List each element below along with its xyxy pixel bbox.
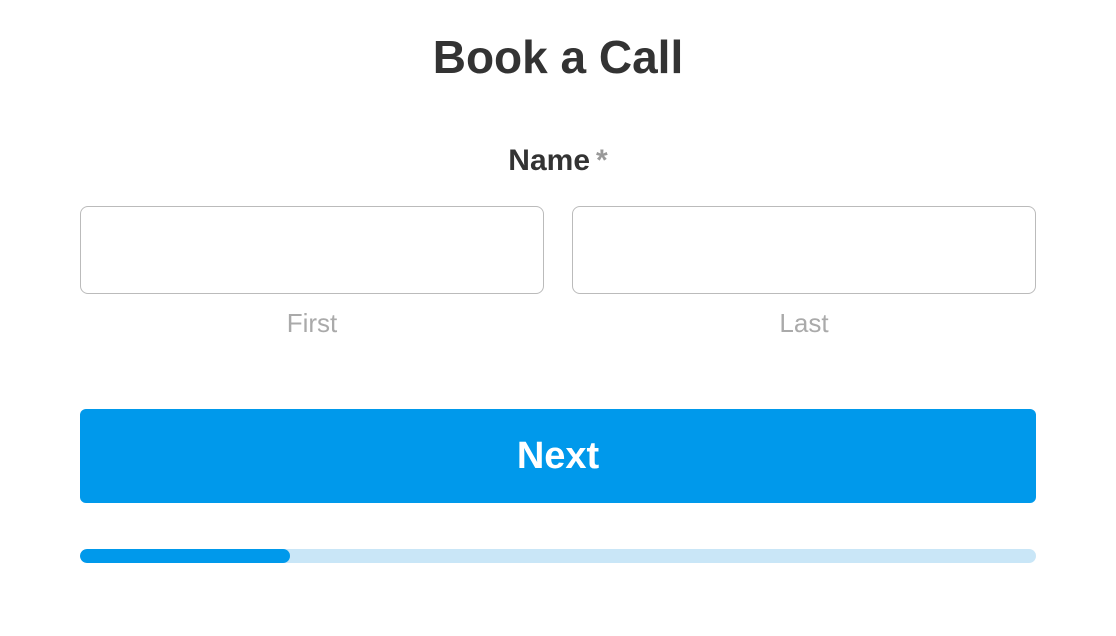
name-label-row: Name * bbox=[508, 144, 607, 178]
progress-bar bbox=[80, 549, 1036, 563]
last-name-column: Last bbox=[572, 206, 1036, 339]
name-input-row: First Last bbox=[80, 206, 1036, 339]
form-container: Book a Call Name * First Last Next bbox=[0, 0, 1116, 563]
next-button[interactable]: Next bbox=[80, 409, 1036, 503]
last-name-sublabel: Last bbox=[779, 308, 828, 339]
last-name-input[interactable] bbox=[572, 206, 1036, 294]
first-name-column: First bbox=[80, 206, 544, 339]
progress-fill bbox=[80, 549, 290, 563]
page-title: Book a Call bbox=[433, 30, 684, 84]
required-asterisk: * bbox=[596, 144, 608, 178]
next-button-label: Next bbox=[517, 435, 599, 477]
first-name-input[interactable] bbox=[80, 206, 544, 294]
first-name-sublabel: First bbox=[287, 308, 338, 339]
name-label: Name bbox=[508, 144, 590, 178]
